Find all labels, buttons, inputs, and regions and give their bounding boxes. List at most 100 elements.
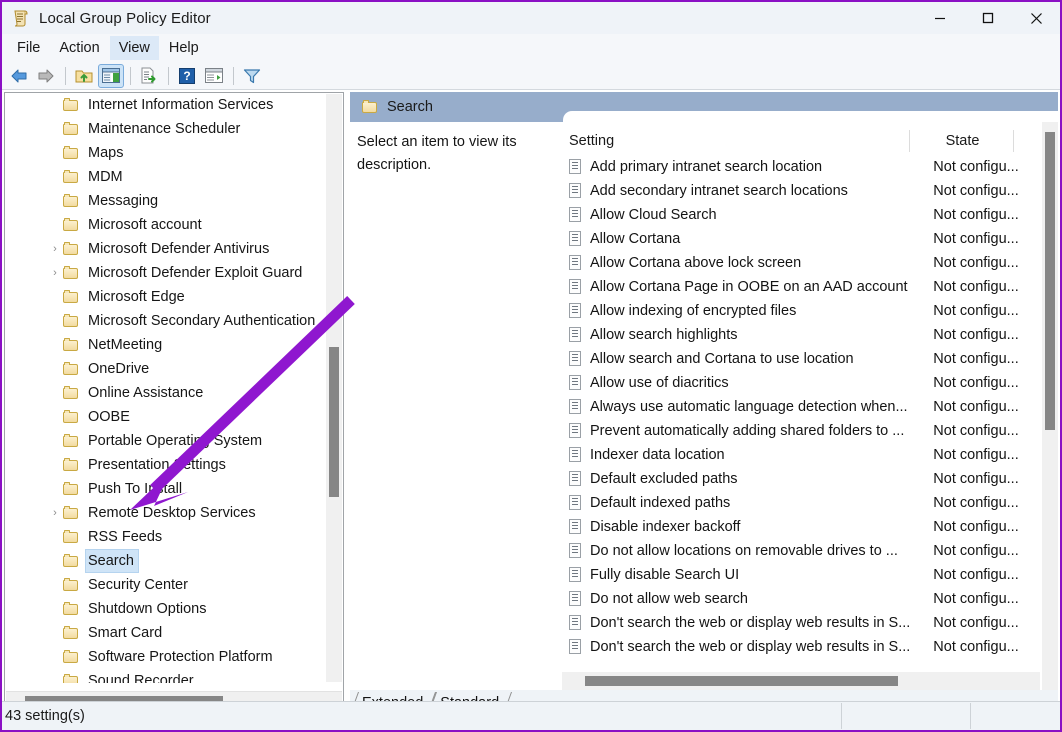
tree-item[interactable]: Smart Card [5,621,327,645]
setting-row[interactable]: Default indexed paths Not configu... [562,491,1058,515]
setting-row[interactable]: Allow use of diacritics Not configu... [562,371,1058,395]
setting-row[interactable]: Do not allow web search Not configu... [562,587,1058,611]
setting-row[interactable]: Allow search highlights Not configu... [562,323,1058,347]
tree-item[interactable]: › Microsoft Defender Antivirus [5,237,327,261]
content-area: Internet Information Services Maintenance… [2,90,1060,714]
setting-row[interactable]: Always use automatic language detection … [562,395,1058,419]
help-icon[interactable]: ? [174,64,200,88]
setting-row[interactable]: Allow indexing of encrypted files Not con… [562,299,1058,323]
minimize-button[interactable] [916,2,964,34]
setting-row[interactable]: Indexer data location Not configu... [562,443,1058,467]
tree-item-label: Push To Install [88,481,183,497]
setting-row[interactable]: Don't search the web or display web resu… [562,635,1058,659]
policy-setting-icon [569,255,583,271]
menu-help[interactable]: Help [160,36,208,60]
back-arrow-icon[interactable] [6,64,32,88]
forward-arrow-icon[interactable] [33,64,59,88]
tree-item[interactable]: Sound Recorder [5,669,327,683]
show-hide-console-tree-icon[interactable] [98,63,124,88]
menu-view[interactable]: View [109,36,159,60]
setting-row[interactable]: Allow Cortana above lock screen Not confi… [562,251,1058,275]
tree-item-label: OOBE [88,409,130,425]
results-pane: Search Select an item to view its descri… [350,92,1058,690]
setting-state: Not configu... [933,183,1019,199]
settings-list-header: Setting State [562,129,1058,153]
tree-item[interactable]: OneDrive [5,357,327,381]
policy-setting-icon [569,303,583,319]
tree-item[interactable]: Maps [5,141,327,165]
tree-vertical-scrollbar[interactable] [326,94,342,682]
setting-row[interactable]: Enable indexing of online delegate mailb… [562,659,1058,660]
setting-row[interactable]: Fully disable Search UI Not configu... [562,563,1058,587]
tree-item[interactable]: Microsoft Secondary Authentication [5,309,327,333]
tree-item[interactable]: OOBE [5,405,327,429]
setting-row[interactable]: Default excluded paths Not configu... [562,467,1058,491]
tree-item[interactable]: Push To Install [5,477,327,501]
results-vertical-scrollbar[interactable] [1042,122,1058,690]
tree-item[interactable]: MDM [5,165,327,189]
setting-row[interactable]: Disable indexer backoff Not configu... [562,515,1058,539]
tree-item[interactable]: Presentation Settings [5,453,327,477]
setting-row[interactable]: Prevent automatically adding shared fold… [562,419,1058,443]
folder-icon [63,290,79,304]
tree-item[interactable]: › Remote Desktop Services [5,501,327,525]
chevron-right-icon[interactable]: › [49,243,61,255]
tree-item[interactable]: RSS Feeds [5,525,327,549]
column-header-state[interactable]: State [910,130,1014,152]
tree-item[interactable]: Security Center [5,573,327,597]
results-horizontal-scroll-thumb[interactable] [585,676,898,686]
menu-bar: File Action View Help [2,34,1060,62]
tree-item-label: Internet Information Services [88,97,274,113]
filter-icon[interactable] [239,64,265,88]
setting-row[interactable]: Allow Cortana Not configu... [562,227,1058,251]
setting-name: Allow Cloud Search [590,207,717,223]
setting-state: Not configu... [933,231,1019,247]
setting-row[interactable]: Allow search and Cortana to use location… [562,347,1058,371]
menu-file[interactable]: File [8,36,49,60]
chevron-right-icon[interactable]: › [49,507,61,519]
tree-item[interactable]: Messaging [5,189,327,213]
close-button[interactable] [1012,2,1060,34]
setting-name: Don't search the web or display web resu… [590,639,911,655]
policy-setting-icon [569,567,583,583]
tree-item-label: Shutdown Options [88,601,207,617]
settings-list-pane: Setting State Add primary intranet searc… [562,122,1058,690]
tree-item-label: Messaging [88,193,159,209]
tree-item-label: NetMeeting [88,337,163,353]
setting-row[interactable]: Don't search the web or display web resu… [562,611,1058,635]
menu-action[interactable]: Action [50,36,108,60]
tree-vertical-scroll-thumb[interactable] [329,347,339,497]
tree-item-label: Maps [88,145,124,161]
tree-item[interactable]: Search [5,549,327,573]
export-list-icon[interactable] [136,64,162,88]
folder-icon [63,314,79,328]
setting-row[interactable]: Add secondary intranet search locations N… [562,179,1058,203]
up-folder-icon[interactable] [71,64,97,88]
folder-icon [63,602,79,616]
tree-item[interactable]: Microsoft Edge [5,285,327,309]
tree-item[interactable]: NetMeeting [5,333,327,357]
tree-item[interactable]: Portable Operating System [5,429,327,453]
tree-item[interactable]: Software Protection Platform [5,645,327,669]
setting-row[interactable]: Add primary intranet search location Not … [562,155,1058,179]
policy-setting-icon [569,399,583,415]
setting-row[interactable]: Allow Cortana Page in OOBE on an AAD acc… [562,275,1058,299]
tree-item[interactable]: Online Assistance [5,381,327,405]
column-header-setting[interactable]: Setting [562,130,910,152]
results-vertical-scroll-thumb[interactable] [1045,132,1055,430]
tree-list[interactable]: Internet Information Services Maintenance… [5,93,327,683]
show-hide-action-pane-icon[interactable] [201,64,227,88]
chevron-right-icon[interactable]: › [49,267,61,279]
tree-item[interactable]: Shutdown Options [5,597,327,621]
results-horizontal-scrollbar[interactable] [562,672,1040,690]
settings-rows[interactable]: Add primary intranet search location Not … [562,155,1058,660]
tree-item[interactable]: › Microsoft Defender Exploit Guard [5,261,327,285]
tree-item[interactable]: Microsoft account [5,213,327,237]
tree-item[interactable]: Maintenance Scheduler [5,117,327,141]
maximize-button[interactable] [964,2,1012,34]
tree-item-label: Software Protection Platform [88,649,273,665]
tree-item[interactable]: Internet Information Services [5,93,327,117]
tree-item-label: Microsoft Secondary Authentication [88,313,316,329]
setting-row[interactable]: Do not allow locations on removable driv… [562,539,1058,563]
setting-row[interactable]: Allow Cloud Search Not configu... [562,203,1058,227]
